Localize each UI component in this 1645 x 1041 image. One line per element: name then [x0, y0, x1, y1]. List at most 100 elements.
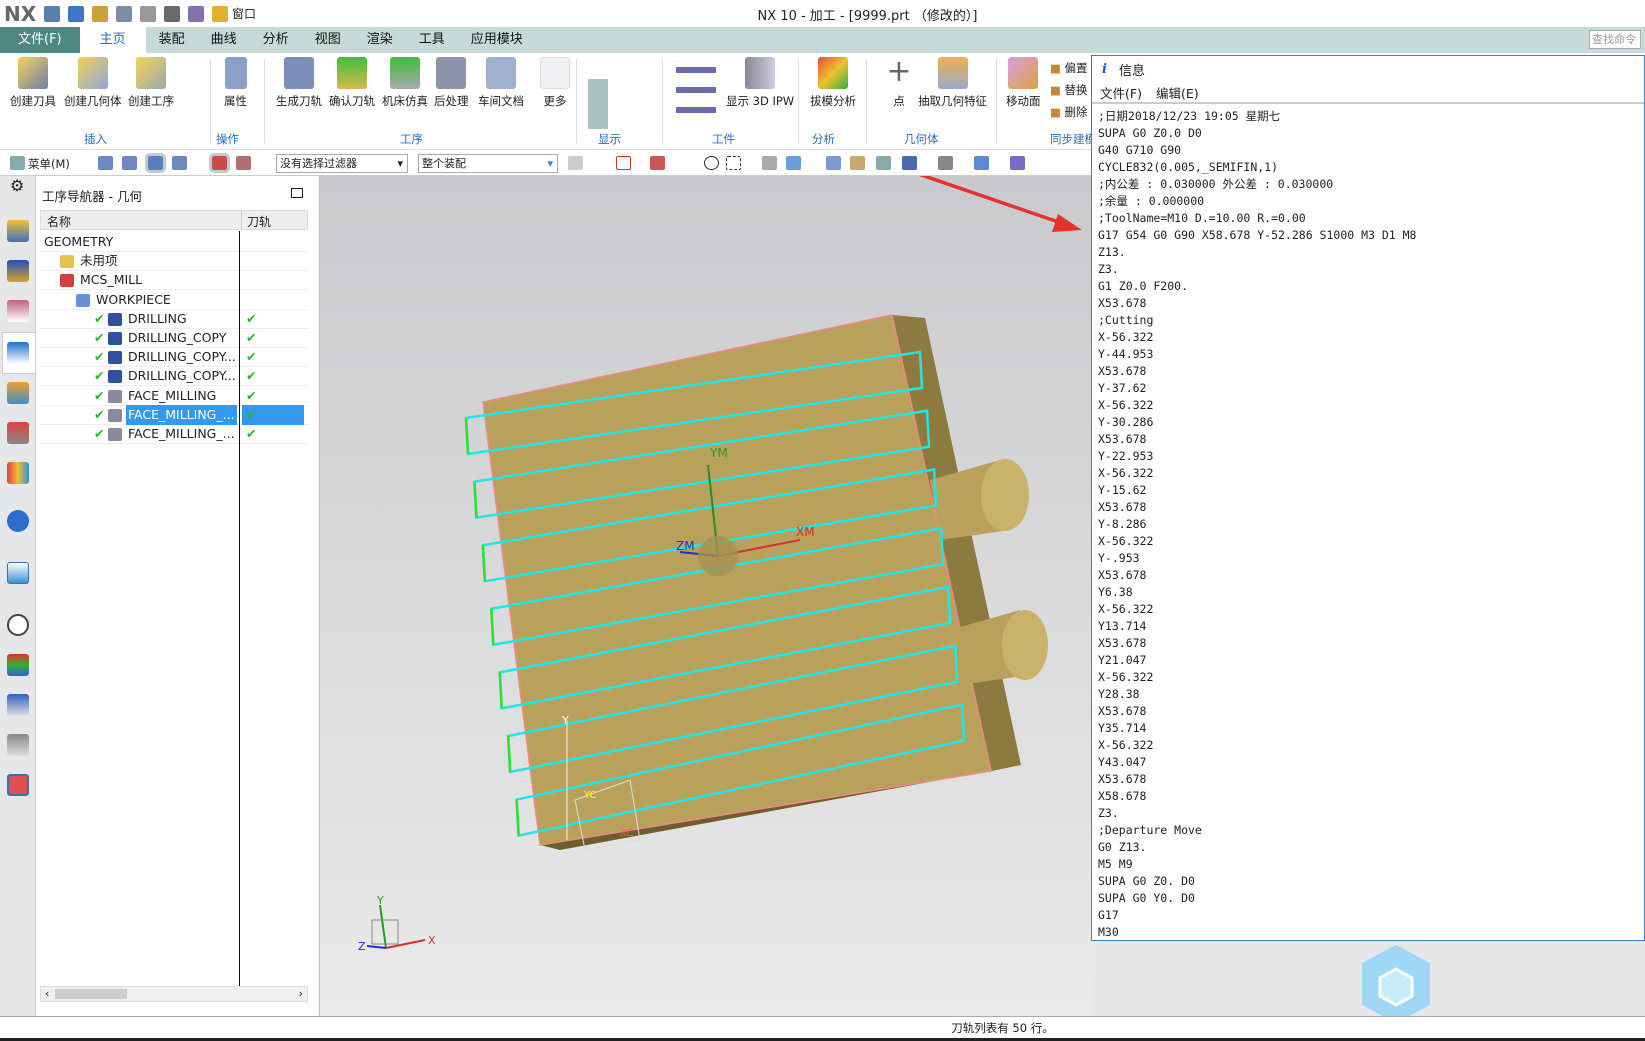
create-geometry-button[interactable]: 创建几何体: [64, 57, 122, 109]
hd3d-icon[interactable]: [7, 510, 29, 532]
tree-row[interactable]: 未用项: [40, 251, 308, 272]
postprocess-button[interactable]: 后处理: [434, 57, 469, 109]
machine-simulation-button[interactable]: 机床仿真: [382, 57, 428, 109]
machine-tool-navigator-icon[interactable]: [7, 382, 29, 404]
tree-row[interactable]: ✔ FACE_MILLING_... ✔: [40, 404, 308, 425]
manufacturing-wizard-icon[interactable]: [7, 694, 29, 716]
constraint-navigator-icon[interactable]: [7, 260, 29, 282]
snap-icon[interactable]: [568, 156, 583, 170]
tree-row[interactable]: ✔ FACE_MILLING ✔: [40, 386, 308, 406]
command-search-input[interactable]: 查找命令: [1589, 30, 1641, 49]
process-studio-icon[interactable]: [7, 654, 29, 676]
show-3d-ipw-button[interactable]: 显示 3D IPW: [726, 57, 794, 109]
tab-home[interactable]: 主页: [79, 27, 146, 53]
scroll-right-icon[interactable]: ›: [299, 987, 303, 1000]
paste-icon[interactable]: [140, 5, 156, 22]
tab-tools[interactable]: 工具: [406, 27, 458, 53]
snap-point-icon[interactable]: [616, 156, 631, 170]
tab-render[interactable]: 渲染: [354, 27, 406, 53]
move-face-button[interactable]: 移动面: [1006, 57, 1041, 109]
more-button[interactable]: 更多: [540, 57, 570, 109]
nav-machine-view-icon[interactable]: [122, 156, 137, 170]
tree-row[interactable]: ✔ FACE_MILLING_... ✔: [40, 424, 308, 444]
tab-curve[interactable]: 曲线: [198, 27, 250, 53]
undo-icon[interactable]: [68, 5, 84, 22]
settings-icon[interactable]: ⚙: [10, 176, 24, 195]
section-view-icon[interactable]: [1010, 156, 1025, 170]
web-browser-icon[interactable]: [7, 562, 29, 584]
tree-row[interactable]: GEOMETRY: [40, 232, 308, 252]
replace-face-button[interactable]: ■ 替换: [1050, 79, 1088, 101]
tree-row[interactable]: WORKPIECE: [40, 290, 308, 310]
shop-documentation-button[interactable]: 车间文档: [478, 57, 524, 109]
selection-filter-dropdown[interactable]: 没有选择过滤器 ▾: [276, 154, 408, 173]
tree-row[interactable]: MCS_MILL: [40, 270, 308, 291]
roles-icon[interactable]: [7, 774, 29, 796]
tab-view[interactable]: 视图: [302, 27, 354, 53]
window-menu[interactable]: 窗口: [232, 5, 256, 22]
selection-scope-dropdown[interactable]: 整个装配 ▾: [418, 154, 558, 173]
save-icon[interactable]: [44, 5, 60, 22]
zoom-icon[interactable]: [850, 156, 865, 170]
scroll-left-icon[interactable]: ‹: [45, 987, 49, 1000]
shaded-icon[interactable]: [762, 156, 777, 170]
model-view[interactable]: YM XM ZM Y YC XC Y X Z: [320, 98, 1091, 1016]
history-icon[interactable]: [7, 614, 29, 636]
workpiece-tools[interactable]: [676, 61, 716, 117]
graphics-window[interactable]: YM XM ZM Y YC XC Y X Z: [320, 98, 1091, 1016]
background-icon[interactable]: [974, 156, 989, 170]
create-operation-button[interactable]: 创建工序: [128, 57, 174, 109]
point-button[interactable]: + 点: [884, 57, 914, 109]
generate-toolpath-button[interactable]: 生成刀轨: [276, 57, 322, 109]
offset-face-button[interactable]: ■ 偏置: [1050, 57, 1088, 79]
copy-icon[interactable]: [116, 5, 132, 22]
select-filter-icon[interactable]: [209, 153, 230, 173]
nav-geometry-view-icon[interactable]: [145, 153, 166, 173]
info-menu-edit[interactable]: 编辑(E): [1156, 83, 1199, 102]
cut-icon[interactable]: [92, 5, 108, 22]
info-text-area[interactable]: ;日期2018/12/23 19:05 星期七 SUPA G0 Z0.0 D0 G4…: [1092, 104, 1644, 938]
nav-method-view-icon[interactable]: [172, 156, 187, 170]
touch-mode-icon[interactable]: [164, 5, 180, 22]
reuse-library-icon[interactable]: [7, 462, 29, 484]
create-tool-button[interactable]: 创建刀具: [10, 57, 56, 109]
tree-row[interactable]: ✔ DRILLING_COPY... ✔: [40, 347, 308, 368]
info-menu-file[interactable]: 文件(F): [1100, 83, 1142, 102]
nav-program-view-icon[interactable]: [98, 156, 113, 170]
display-tools[interactable]: [588, 79, 608, 129]
extract-geometry-button[interactable]: 抽取几何特征: [918, 57, 987, 109]
scroll-thumb[interactable]: [55, 989, 127, 999]
view-cube-icon[interactable]: [786, 156, 801, 170]
box-select-icon[interactable]: [726, 156, 741, 170]
part-navigator-icon[interactable]: [7, 300, 29, 322]
tab-analysis[interactable]: 分析: [250, 27, 302, 53]
orient-view-icon[interactable]: [902, 156, 917, 170]
horizontal-scrollbar[interactable]: ‹ ›: [40, 986, 308, 1002]
tree-row[interactable]: ✔ DRILLING_COPY ✔: [40, 328, 308, 348]
column-name[interactable]: 名称: [47, 213, 71, 230]
verify-toolpath-button[interactable]: 确认刀轨: [329, 57, 375, 109]
maximize-icon[interactable]: [291, 188, 303, 198]
operation-navigator-icon[interactable]: [7, 342, 29, 364]
repeat-command-icon[interactable]: [188, 5, 204, 22]
select-toolpath-icon[interactable]: [236, 156, 251, 170]
delete-face-button[interactable]: ■ 删除: [1050, 101, 1088, 123]
properties-button[interactable]: 属性: [224, 57, 247, 109]
tree-row[interactable]: ✔ DRILLING_COPY... ✔: [40, 366, 308, 387]
menu-button[interactable]: 菜单(M): [28, 156, 70, 172]
column-toolpath[interactable]: 刀轨: [247, 213, 271, 230]
circle-icon[interactable]: [704, 156, 719, 170]
assembly-navigator-icon[interactable]: [7, 220, 29, 242]
tab-assembly[interactable]: 装配: [146, 27, 198, 53]
machining-feature-navigator-icon[interactable]: [7, 422, 29, 444]
window-icon[interactable]: [212, 5, 228, 22]
robot-icon[interactable]: [7, 734, 29, 756]
tab-applications[interactable]: 应用模块: [458, 27, 536, 53]
intersect-icon[interactable]: [650, 156, 665, 170]
draft-analysis-button[interactable]: 拔模分析: [810, 57, 856, 109]
render-style-icon[interactable]: [938, 156, 953, 170]
tree-row[interactable]: ✔ DRILLING ✔: [40, 309, 308, 329]
rotate-icon[interactable]: [876, 156, 891, 170]
tab-file[interactable]: 文件(F): [0, 27, 80, 53]
fit-icon[interactable]: [826, 156, 841, 170]
